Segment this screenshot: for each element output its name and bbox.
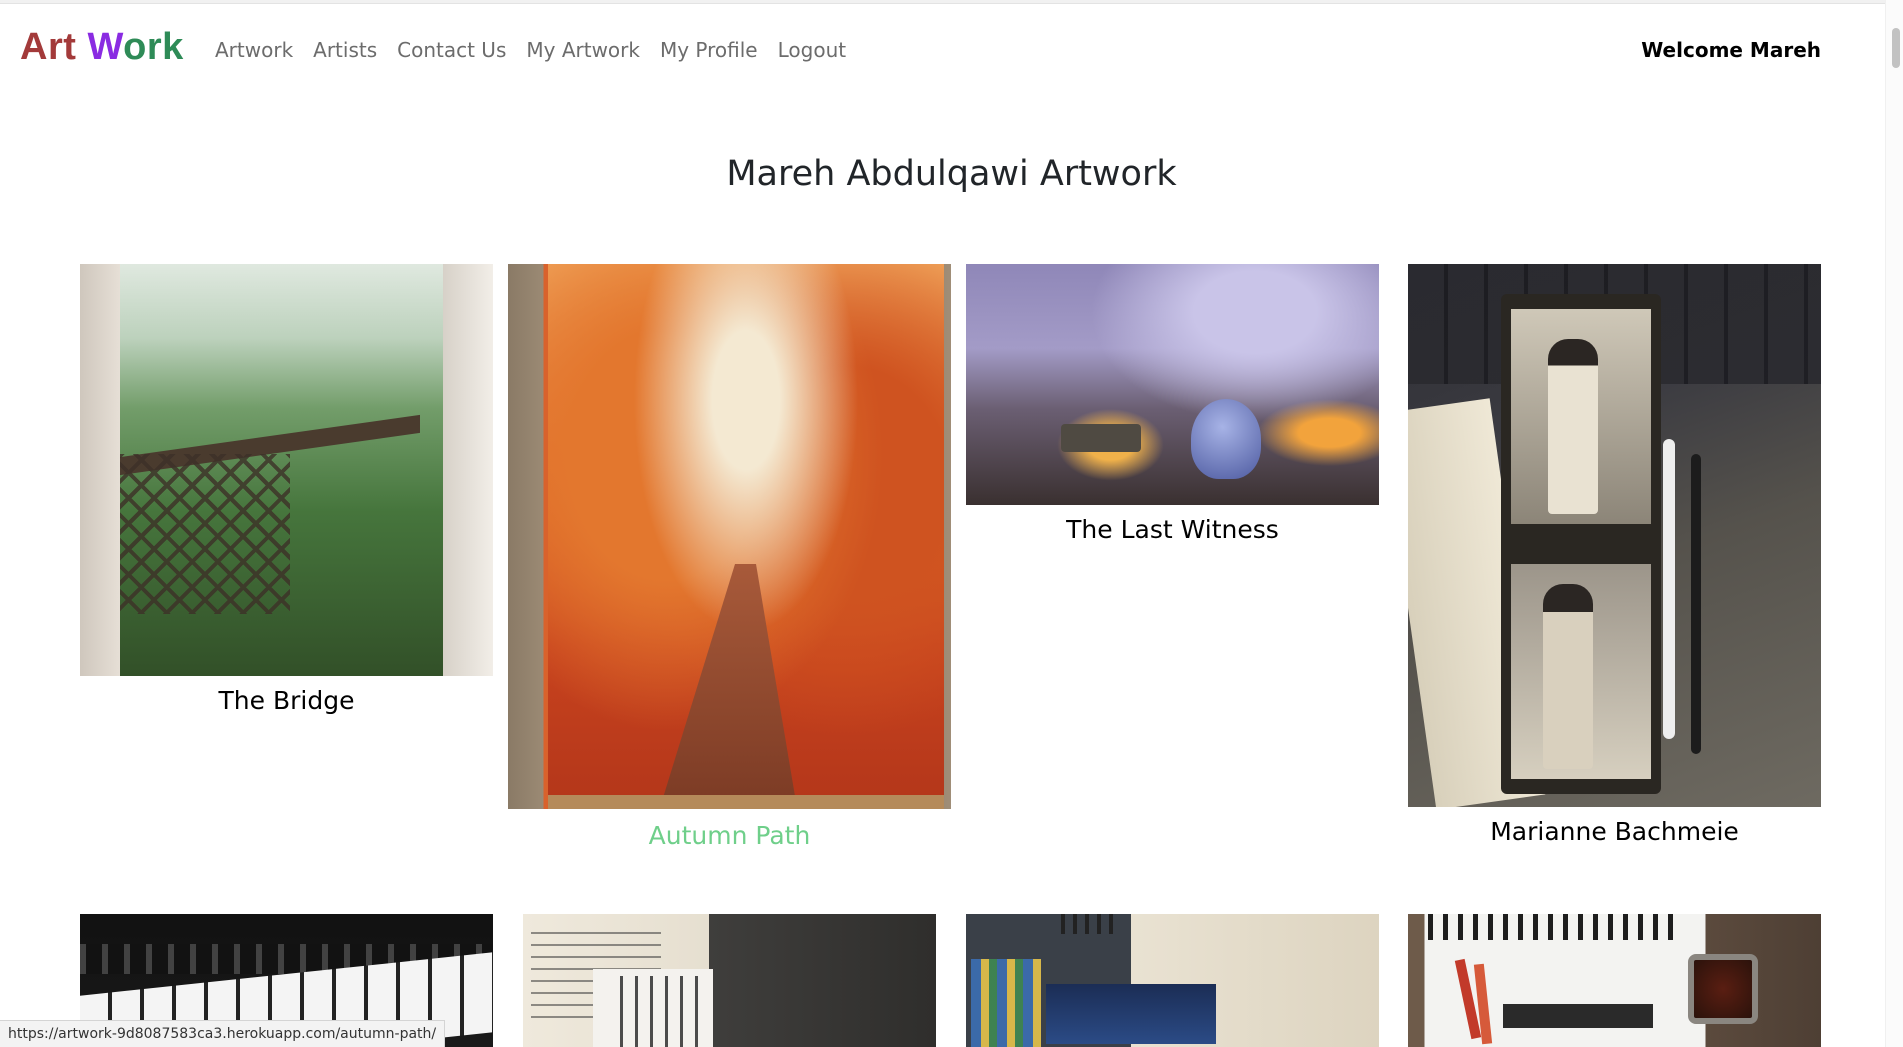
artwork-card-marianne-bachmeie[interactable]: Marianne Bachmeie: [1408, 264, 1821, 864]
brand-part-art: Art: [20, 26, 77, 68]
figure-head: [1191, 399, 1261, 479]
paint-pan: [1688, 954, 1758, 1024]
link-status-bar: https://artwork-9d8087583ca3.herokuapp.c…: [0, 1020, 446, 1047]
color-pencils: [971, 959, 1041, 1047]
artwork-card-row2-3[interactable]: [966, 914, 1379, 1047]
artwork-image[interactable]: [1408, 914, 1821, 1047]
sketch-shape: [1503, 1004, 1653, 1028]
nav-link-artists[interactable]: Artists: [303, 35, 387, 65]
artwork-card-the-last-witness[interactable]: The Last Witness: [966, 264, 1379, 564]
artwork-title[interactable]: Autumn Path: [508, 819, 951, 853]
sketchbook-rings: [1061, 914, 1121, 934]
artwork-image[interactable]: [508, 264, 951, 809]
welcome-message: Welcome Mareh: [1641, 38, 1821, 62]
nav-link-my-profile[interactable]: My Profile: [650, 35, 768, 65]
window-frame-right: [443, 264, 493, 676]
painted-figure-top: [1548, 339, 1598, 514]
painted-sea: [1046, 984, 1216, 1044]
nav-link-artwork[interactable]: Artwork: [205, 35, 303, 65]
artwork-title[interactable]: Marianne Bachmeie: [1408, 815, 1821, 849]
artwork-image[interactable]: [1408, 264, 1821, 807]
artwork-image[interactable]: [80, 264, 493, 676]
window-frame-left: [80, 264, 120, 676]
black-pen: [1691, 454, 1701, 754]
brand-part-work: Work: [87, 26, 183, 68]
nav-link-my-artwork[interactable]: My Artwork: [516, 35, 650, 65]
artwork-card-row2-2[interactable]: [523, 914, 936, 1047]
artwork-image[interactable]: [966, 914, 1379, 1047]
white-pen: [1663, 439, 1675, 739]
painted-figure-bottom: [1543, 584, 1593, 769]
navbar: Art Work Artwork Artists Contact Us My A…: [0, 4, 1880, 90]
shelf-edge: [548, 795, 944, 809]
artwork-image[interactable]: [966, 264, 1379, 505]
artwork-title[interactable]: The Last Witness: [966, 513, 1379, 547]
tank-shape: [1061, 424, 1141, 452]
bridge-truss: [120, 454, 290, 614]
artwork-title[interactable]: The Bridge: [80, 684, 493, 718]
nav-links: Artwork Artists Contact Us My Artwork My…: [205, 35, 856, 65]
artwork-card-the-bridge[interactable]: The Bridge: [80, 264, 493, 724]
page-title: Mareh Abdulqawi Artwork: [726, 154, 1177, 194]
brand-logo[interactable]: Art Work: [20, 24, 184, 70]
brand-letter-w: W: [87, 26, 124, 68]
artwork-card-row2-4[interactable]: [1408, 914, 1821, 1047]
nav-link-contact-us[interactable]: Contact Us: [387, 35, 516, 65]
artwork-image[interactable]: [523, 914, 936, 1047]
scrollbar-thumb[interactable]: [1892, 28, 1900, 68]
artwork-card-autumn-path[interactable]: Autumn Path: [508, 264, 951, 864]
nav-link-logout[interactable]: Logout: [768, 35, 856, 65]
sketchbook-rings: [1428, 914, 1678, 940]
painted-trees: [608, 976, 698, 1047]
brand-letters-ork: ork: [123, 26, 184, 68]
